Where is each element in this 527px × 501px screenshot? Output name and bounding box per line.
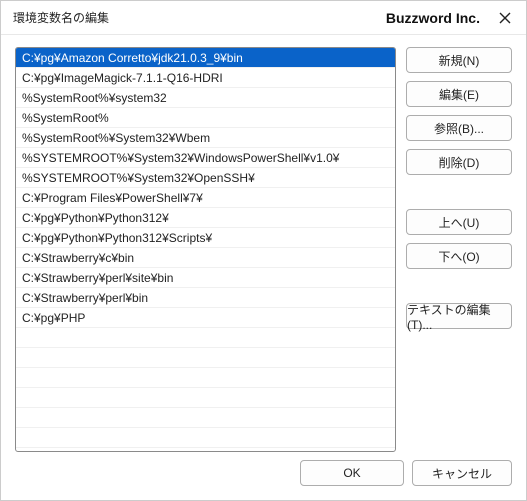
dialog-window: 環境変数名の編集 Buzzword Inc. C:¥pg¥Amazon Corr… bbox=[0, 0, 527, 501]
side-button-column: 新規(N) 編集(E) 参照(B)... 削除(D) 上へ(U) 下へ(O) テ… bbox=[406, 47, 512, 452]
new-button[interactable]: 新規(N) bbox=[406, 47, 512, 73]
browse-button[interactable]: 参照(B)... bbox=[406, 115, 512, 141]
dialog-body: C:¥pg¥Amazon Corretto¥jdk21.0.3_9¥binC:¥… bbox=[1, 35, 526, 456]
list-item[interactable]: C:¥pg¥ImageMagick-7.1.1-Q16-HDRI bbox=[16, 68, 395, 88]
list-item[interactable]: C:¥pg¥Amazon Corretto¥jdk21.0.3_9¥bin bbox=[16, 48, 395, 68]
list-item[interactable]: %SystemRoot%¥system32 bbox=[16, 88, 395, 108]
list-item[interactable]: C:¥pg¥PHP bbox=[16, 308, 395, 328]
list-item[interactable]: C:¥Strawberry¥perl¥site¥bin bbox=[16, 268, 395, 288]
list-item[interactable]: C:¥pg¥Python¥Python312¥Scripts¥ bbox=[16, 228, 395, 248]
list-item-empty[interactable] bbox=[16, 348, 395, 368]
list-item[interactable]: C:¥pg¥Python¥Python312¥ bbox=[16, 208, 395, 228]
list-item-empty[interactable] bbox=[16, 388, 395, 408]
list-item[interactable]: C:¥Strawberry¥c¥bin bbox=[16, 248, 395, 268]
list-item[interactable]: C:¥Strawberry¥perl¥bin bbox=[16, 288, 395, 308]
close-icon[interactable] bbox=[494, 7, 516, 29]
list-item-empty[interactable] bbox=[16, 368, 395, 388]
list-item[interactable]: %SYSTEMROOT%¥System32¥WindowsPowerShell¥… bbox=[16, 148, 395, 168]
window-title: 環境変数名の編集 bbox=[13, 9, 109, 26]
brand-label: Buzzword Inc. bbox=[386, 10, 480, 26]
move-up-button[interactable]: 上へ(U) bbox=[406, 209, 512, 235]
list-item-empty[interactable] bbox=[16, 408, 395, 428]
move-down-button[interactable]: 下へ(O) bbox=[406, 243, 512, 269]
list-item[interactable]: %SYSTEMROOT%¥System32¥OpenSSH¥ bbox=[16, 168, 395, 188]
ok-button[interactable]: OK bbox=[300, 460, 404, 486]
list-item[interactable]: %SystemRoot%¥System32¥Wbem bbox=[16, 128, 395, 148]
cancel-button[interactable]: キャンセル bbox=[412, 460, 512, 486]
edit-text-button[interactable]: テキストの編集(T)... bbox=[406, 303, 512, 329]
titlebar: 環境変数名の編集 Buzzword Inc. bbox=[1, 1, 526, 35]
edit-button[interactable]: 編集(E) bbox=[406, 81, 512, 107]
delete-button[interactable]: 削除(D) bbox=[406, 149, 512, 175]
list-item-empty[interactable] bbox=[16, 328, 395, 348]
list-item[interactable]: C:¥Program Files¥PowerShell¥7¥ bbox=[16, 188, 395, 208]
dialog-footer: OK キャンセル bbox=[1, 456, 526, 500]
list-item-empty[interactable] bbox=[16, 428, 395, 448]
path-listbox[interactable]: C:¥pg¥Amazon Corretto¥jdk21.0.3_9¥binC:¥… bbox=[15, 47, 396, 452]
list-item[interactable]: %SystemRoot% bbox=[16, 108, 395, 128]
